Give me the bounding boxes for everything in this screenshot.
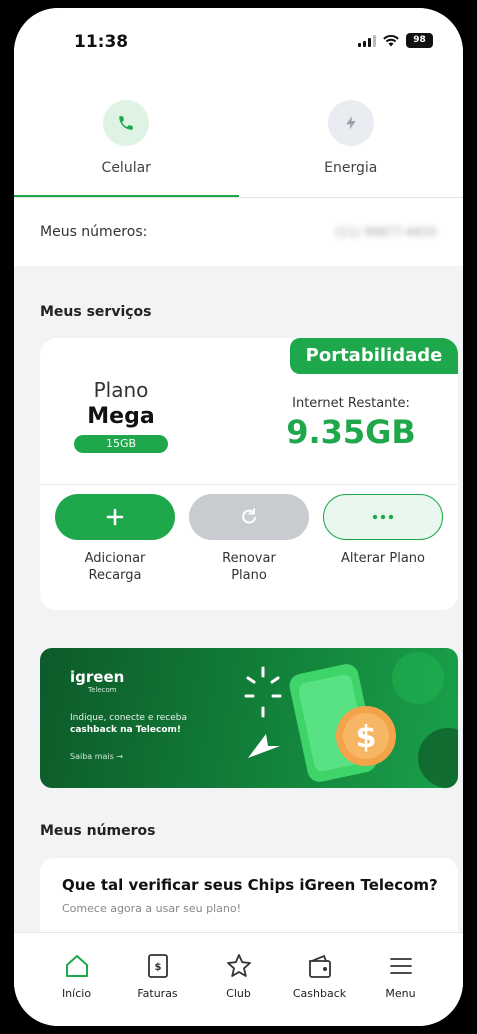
status-icons: 98 [358,33,433,48]
more-icon [323,494,443,540]
change-plan-button[interactable]: Alterar Plano [322,494,444,567]
plan-word: Plano [93,378,149,402]
status-bar: 11:38 98 [14,8,463,78]
tab-energia-label: Energia [324,160,378,176]
services-title: Meus serviços [40,304,152,320]
tab-celular[interactable]: Celular [14,78,239,198]
wifi-icon [383,34,399,46]
tab-celular-label: Celular [101,160,151,176]
portability-badge: Portabilidade [290,338,458,374]
refresh-icon [189,494,309,540]
igreen-logo-sub: Telecom [88,686,117,694]
nav-menu[interactable]: Menu [360,933,441,1026]
nav-menu-label: Menu [385,987,416,1000]
cashback-banner[interactable]: igreen Telecom Indique, conecte e receba… [40,648,458,788]
banner-text-line2: cashback na Telecom! [70,725,181,735]
change-plan-label: Alterar Plano [341,551,425,566]
renew-plan-button[interactable]: Renovar Plano [188,494,310,584]
renew-plan-label-2: Plano [231,568,267,583]
menu-icon [360,951,441,981]
plan-gb-badge: 15GB [74,435,168,453]
invoice-icon: $ [117,951,198,981]
add-recharge-label-1: Adicionar [84,551,146,566]
add-recharge-label-2: Recarga [88,568,142,583]
numbers-value: (11) 98877-6655 [335,225,438,239]
tab-energia[interactable]: Energia [239,78,464,198]
numbers-label: Meus números: [40,224,148,240]
svg-text:$: $ [356,720,377,755]
numbers-selector[interactable]: Meus números: (11) 98877-6655 [14,198,463,266]
renew-plan-label-1: Renovar [222,551,276,566]
svg-text:$: $ [154,962,161,973]
nav-club-label: Club [226,987,251,1000]
nav-faturas[interactable]: $ Faturas [117,933,198,1026]
plan-card: Portabilidade Plano Mega 15GB Internet R… [40,338,458,610]
nav-cashback-label: Cashback [292,987,347,1000]
plus-icon [55,494,175,540]
plan-name: Mega [87,404,155,429]
bottom-nav: Início $ Faturas Club Cashback Menu [14,932,463,1026]
phone-screen: 11:38 98 Celular Energia Meus números: (… [14,8,463,1026]
battery-icon: 98 [406,33,433,48]
nav-inicio[interactable]: Início [36,933,117,1026]
star-icon [198,951,279,981]
home-icon [36,951,117,981]
nav-cashback[interactable]: Cashback [279,933,360,1026]
internet-value: 9.35GB [286,413,416,451]
banner-text: Indique, conecte e receba cashback na Te… [70,712,240,736]
bolt-icon [327,100,374,146]
chips-card-title: Que tal verificar seus Chips iGreen Tele… [62,876,438,894]
nav-faturas-label: Faturas [137,987,178,1000]
banner-text-line1: Indique, conecte e receba [70,713,187,723]
my-numbers-title: Meus números [40,823,156,839]
internet-label: Internet Restante: [292,396,410,411]
service-tabs: Celular Energia [14,78,463,198]
card-divider [40,484,458,485]
phone-icon [103,100,150,146]
status-time: 11:38 [74,32,129,52]
internet-info: Internet Restante: 9.35GB [266,396,436,451]
nav-club[interactable]: Club [198,933,279,1026]
wallet-icon [279,951,360,981]
add-recharge-button[interactable]: Adicionar Recarga [54,494,176,584]
nav-inicio-label: Início [61,987,92,1000]
banner-link[interactable]: Saiba mais → [70,752,123,761]
signal-icon [358,34,376,47]
igreen-logo: igreen [70,668,125,686]
plan-info: Plano Mega 15GB [66,378,176,453]
phone-cashback-illustration: $ [244,652,458,788]
chips-card-subtitle: Comece agora a usar seu plano! [62,902,241,915]
